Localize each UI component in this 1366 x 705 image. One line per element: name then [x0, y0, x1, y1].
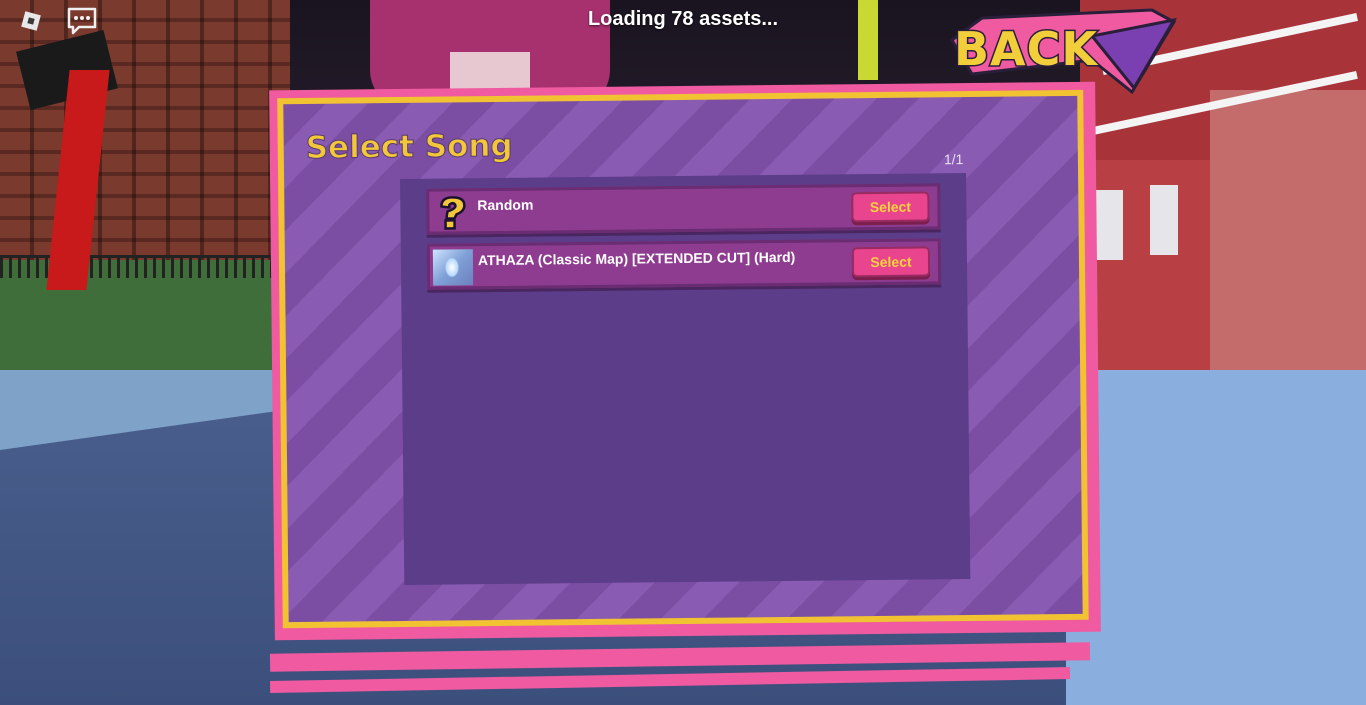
song-row-random[interactable]: Random Select: [426, 183, 941, 235]
fence: [0, 255, 290, 278]
sidewalk-right: [1066, 340, 1366, 705]
song-title: ATHAZA (Classic Map) [EXTENDED CUT] (Har…: [477, 248, 796, 269]
panel-title: Select Song: [305, 127, 513, 166]
back-button-label: BACK: [952, 21, 1099, 78]
npc-character: [1150, 185, 1178, 255]
song-thumbnail: [432, 249, 474, 286]
npc-character: [1095, 190, 1123, 260]
song-list[interactable]: Random Select ATHAZA (Classic Map) [EXTE…: [400, 173, 971, 585]
question-mark-icon: [432, 194, 472, 230]
building-wall: [1210, 90, 1366, 370]
page-indicator: 1/1: [943, 151, 964, 168]
select-button[interactable]: Select: [851, 191, 930, 223]
panel-body: Select Song 1/1 Random Select ATHAZA (Cl…: [283, 95, 1083, 623]
song-title: Random: [477, 196, 534, 214]
building-left: [0, 0, 290, 290]
song-row-athaza[interactable]: ATHAZA (Classic Map) [EXTENDED CUT] (Har…: [426, 238, 942, 290]
song-select-panel: Select Song 1/1 Random Select ATHAZA (Cl…: [269, 81, 1101, 641]
select-button[interactable]: Select: [851, 246, 931, 278]
